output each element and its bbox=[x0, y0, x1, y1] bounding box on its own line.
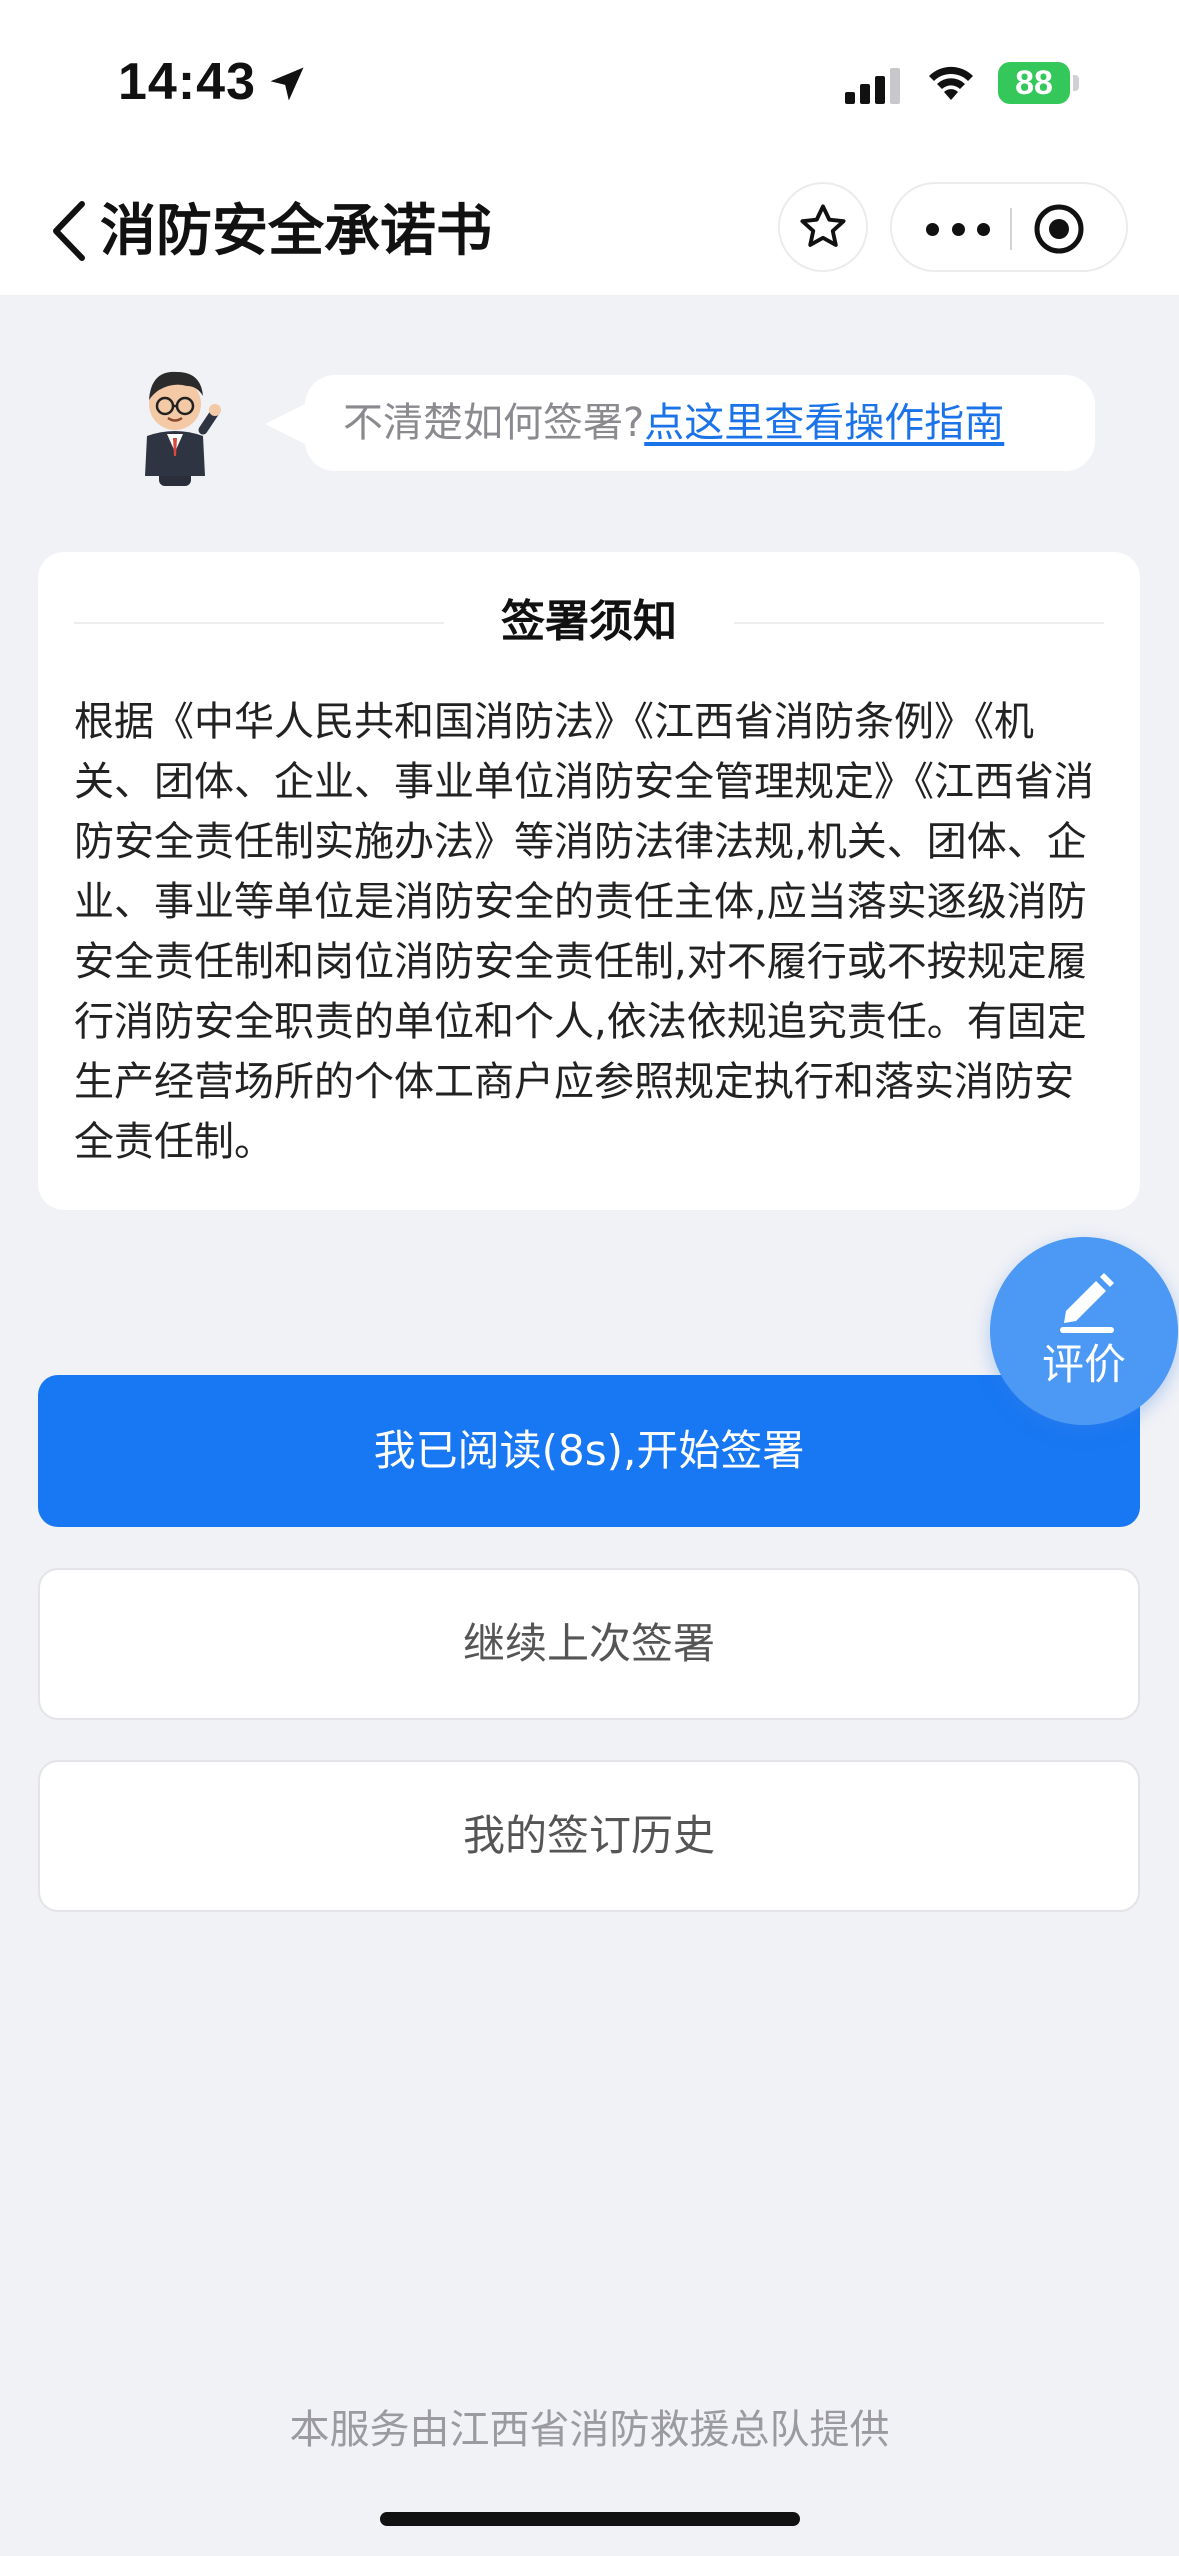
battery-charging-icon: 88 bbox=[998, 62, 1070, 104]
evaluate-fab[interactable]: 评价 bbox=[990, 1237, 1178, 1425]
signing-history-button[interactable]: 我的签订历史 bbox=[38, 1760, 1140, 1912]
miniprogram-capsule bbox=[890, 182, 1128, 272]
evaluate-label: 评价 bbox=[1041, 1340, 1126, 1389]
cellular-signal-icon bbox=[845, 68, 900, 104]
page-title: 消防安全承诺书 bbox=[100, 199, 492, 264]
notice-card: 签署须知 根据《中华人民共和国消防法》《江西省消防条例》《机关、团体、企业、事业… bbox=[38, 552, 1140, 1210]
target-icon[interactable] bbox=[1032, 202, 1086, 256]
notice-title: 签署须知 bbox=[501, 596, 677, 647]
guide-avatar bbox=[145, 371, 221, 486]
notice-body: 根据《中华人民共和国消防法》《江西省消防条例》《机关、团体、企业、事业单位消防安… bbox=[74, 699, 1094, 1165]
favorite-button[interactable] bbox=[778, 182, 868, 272]
status-time: 14:43 bbox=[118, 53, 256, 111]
wifi-icon bbox=[929, 66, 973, 100]
guide-link[interactable]: 点这里查看操作指南 bbox=[644, 400, 1004, 446]
capsule-divider bbox=[1010, 208, 1012, 250]
star-icon bbox=[800, 204, 846, 247]
service-provider-footer: 本服务由江西省消防救援总队提供 bbox=[289, 2407, 890, 2453]
nav-bar: 消防安全承诺书 bbox=[0, 170, 1179, 295]
battery-level: 88 bbox=[1015, 64, 1053, 102]
pen-edit-icon bbox=[1060, 1273, 1114, 1333]
back-chevron-icon[interactable] bbox=[48, 198, 88, 264]
resume-signing-button[interactable]: 继续上次签署 bbox=[38, 1568, 1140, 1720]
battery-cap bbox=[1073, 75, 1079, 91]
status-bar: 14:43 88 bbox=[0, 0, 1179, 170]
start-signing-button[interactable]: 我已阅读(8s),开始签署 bbox=[38, 1375, 1140, 1527]
home-indicator bbox=[380, 2512, 800, 2526]
more-dots-icon[interactable] bbox=[926, 214, 990, 244]
location-arrow-icon bbox=[270, 67, 304, 101]
bubble-tail bbox=[265, 402, 309, 446]
guide-bubble: 不清楚如何签署?点这里查看操作指南 bbox=[305, 375, 1095, 471]
guide-question: 不清楚如何签署? bbox=[343, 400, 645, 446]
